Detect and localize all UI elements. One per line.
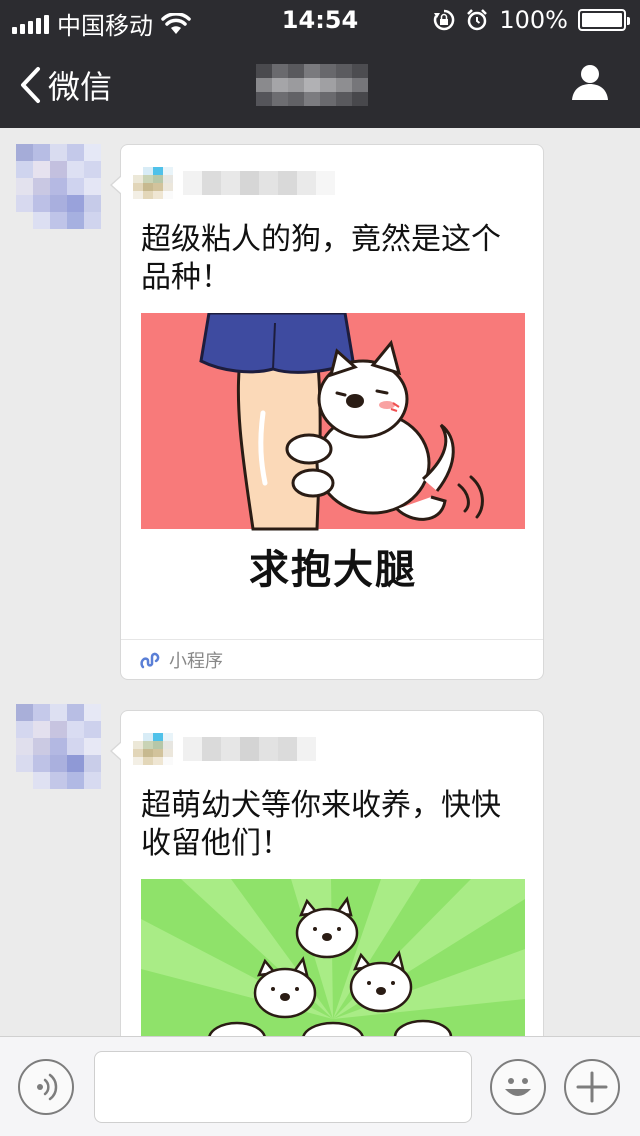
card-image: 求抱大腿 (141, 313, 525, 625)
mini-program-card[interactable]: 超萌幼犬等你来收养，快快收留他们！ (110, 710, 544, 1036)
mini-program-label: 小程序 (169, 650, 223, 672)
profile-icon[interactable] (570, 62, 610, 102)
card-source (133, 167, 335, 199)
source-name-blurred (183, 737, 333, 761)
plus-icon (576, 1071, 608, 1103)
card-image (141, 879, 525, 1036)
message-input[interactable] (94, 1051, 472, 1123)
card-footer: 小程序 (121, 639, 543, 679)
battery-percent: 100% (499, 6, 568, 34)
chevron-left-icon (21, 67, 40, 103)
emoji-icon (505, 1078, 531, 1096)
source-logo-blurred (133, 733, 173, 765)
battery-icon (578, 9, 630, 31)
status-right: 100% (433, 6, 630, 34)
source-logo-blurred (133, 167, 173, 199)
chat-title-blurred[interactable] (256, 64, 368, 106)
emoji-button[interactable] (490, 1059, 546, 1115)
top-bar: 中国移动 14:54 100% 微信 (0, 0, 640, 128)
back-button[interactable]: 微信 (18, 62, 112, 108)
chat-input-bar (0, 1036, 640, 1136)
message-2: 超萌幼犬等你来收养，快快收留他们！ (0, 700, 640, 1036)
battery-fill (582, 13, 622, 27)
nav-bar: 微信 (0, 40, 640, 128)
card-source (133, 733, 333, 765)
back-label: 微信 (48, 68, 113, 106)
card-title: 超萌幼犬等你来收养，快快收留他们！ (141, 788, 501, 861)
message-1: 超级粘人的狗，竟然是这个品种！ 求抱大腿 小程序 (0, 128, 640, 698)
add-button[interactable] (564, 1059, 620, 1115)
mini-program-card[interactable]: 超级粘人的狗，竟然是这个品种！ 求抱大腿 小程序 (110, 144, 544, 680)
avatar[interactable] (16, 704, 101, 789)
puppies-illustration (141, 879, 525, 1036)
mini-program-icon (140, 652, 160, 668)
avatar[interactable] (16, 144, 101, 229)
voice-icon (37, 1073, 58, 1101)
voice-button[interactable] (18, 1059, 74, 1115)
status-bar: 中国移动 14:54 100% (0, 0, 640, 40)
card-image-caption: 求抱大腿 (249, 547, 417, 593)
source-name-blurred (183, 171, 335, 195)
card-title: 超级粘人的狗，竟然是这个品种！ (141, 222, 501, 295)
alarm-icon (467, 9, 488, 31)
rotation-lock-icon (434, 9, 455, 31)
